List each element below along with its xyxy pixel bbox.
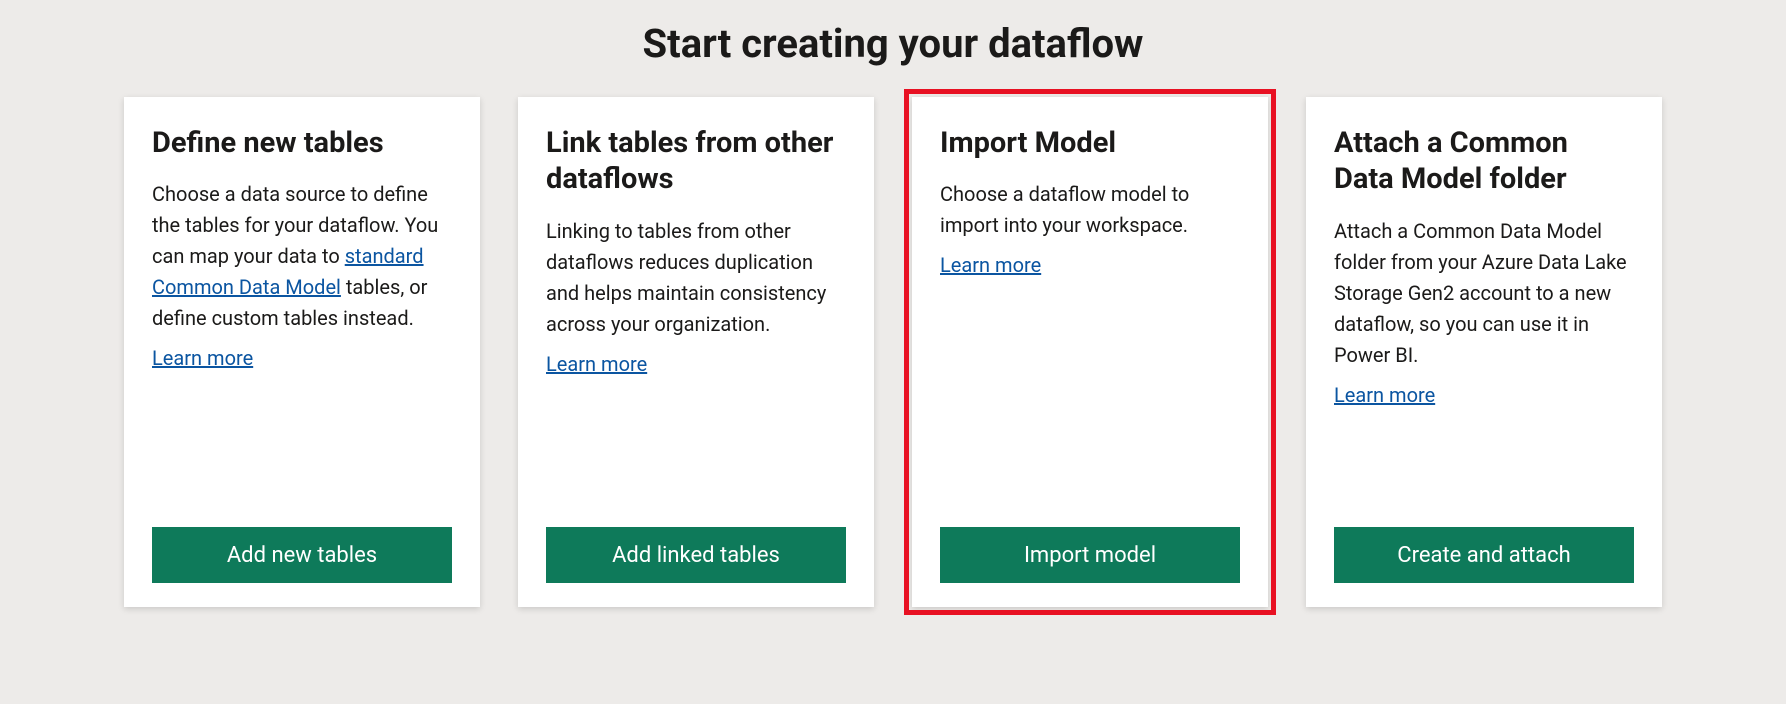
- card-description: Choose a dataflow model to import into y…: [940, 179, 1240, 241]
- card-desc-text: Choose a dataflow model to import into y…: [940, 182, 1189, 237]
- card-title: Define new tables: [152, 125, 452, 161]
- card-desc-text: Linking to tables from other dataflows r…: [546, 219, 826, 336]
- add-linked-tables-button[interactable]: Add linked tables: [546, 527, 846, 583]
- card-description: Attach a Common Data Model folder from y…: [1334, 216, 1634, 371]
- import-model-button[interactable]: Import model: [940, 527, 1240, 583]
- card-description: Choose a data source to define the table…: [152, 179, 452, 334]
- learn-more-link[interactable]: Learn more: [940, 253, 1041, 277]
- card-define-new-tables: Define new tables Choose a data source t…: [124, 97, 480, 607]
- card-desc-text: Attach a Common Data Model folder from y…: [1334, 219, 1627, 367]
- add-new-tables-button[interactable]: Add new tables: [152, 527, 452, 583]
- page-title: Start creating your dataflow: [0, 0, 1786, 97]
- learn-more-link[interactable]: Learn more: [546, 352, 647, 376]
- card-link-tables: Link tables from other dataflows Linking…: [518, 97, 874, 607]
- card-import-model: Import Model Choose a dataflow model to …: [912, 97, 1268, 607]
- create-and-attach-button[interactable]: Create and attach: [1334, 527, 1634, 583]
- card-attach-cdm-folder: Attach a Common Data Model folder Attach…: [1306, 97, 1662, 607]
- card-title: Link tables from other dataflows: [546, 125, 846, 198]
- learn-more-link[interactable]: Learn more: [1334, 383, 1435, 407]
- card-description: Linking to tables from other dataflows r…: [546, 216, 846, 340]
- card-title: Import Model: [940, 125, 1240, 161]
- learn-more-link[interactable]: Learn more: [152, 346, 253, 370]
- cards-row: Define new tables Choose a data source t…: [0, 97, 1786, 607]
- card-title: Attach a Common Data Model folder: [1334, 125, 1634, 198]
